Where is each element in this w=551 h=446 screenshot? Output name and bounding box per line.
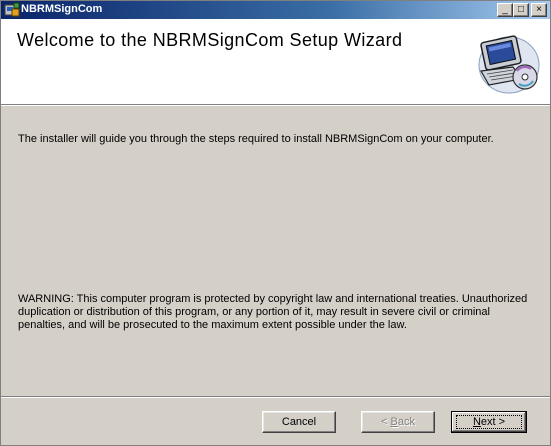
title-bar[interactable]: NBRMSignCom _ □ × <box>1 1 550 19</box>
maximize-icon: □ <box>517 4 525 15</box>
footer-divider-highlight <box>1 397 550 398</box>
cancel-button[interactable]: Cancel <box>262 411 336 433</box>
back-button-accelerator: B <box>390 416 398 428</box>
next-button[interactable]: Next > <box>451 411 527 433</box>
close-button[interactable]: × <box>531 3 547 17</box>
maximize-button[interactable]: □ <box>513 3 529 17</box>
page-title: Welcome to the NBRMSignCom Setup Wizard <box>17 30 403 50</box>
back-button-suffix: ack <box>397 416 415 428</box>
focus-rectangle <box>456 415 522 429</box>
back-button[interactable]: < Back <box>361 411 435 433</box>
window-title: NBRMSignCom <box>21 3 103 15</box>
minimize-button[interactable]: _ <box>497 3 513 17</box>
cancel-button-label: Cancel <box>281 416 317 428</box>
intro-text: The installer will guide you through the… <box>18 133 494 145</box>
computer-disc-icon <box>478 35 540 94</box>
close-icon: × <box>536 4 542 15</box>
copyright-warning: WARNING: This computer program is protec… <box>18 293 528 331</box>
back-button-prefix: < <box>381 416 391 428</box>
minimize-icon: _ <box>502 4 508 15</box>
installer-icon <box>4 2 20 17</box>
wizard-header: Welcome to the NBRMSignCom Setup Wizard <box>1 19 550 105</box>
setup-wizard-window: NBRMSignCom _ □ × Welcome to the NBRMSig… <box>0 0 551 446</box>
header-divider <box>1 105 550 106</box>
